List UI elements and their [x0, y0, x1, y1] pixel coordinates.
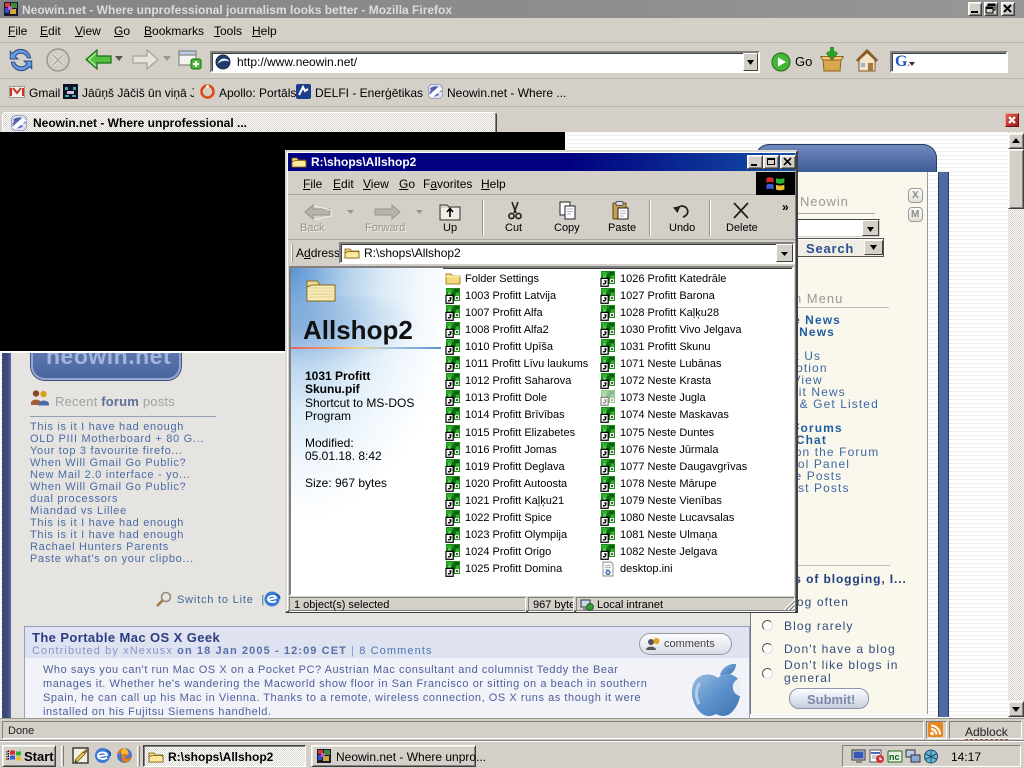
svg-text:nc: nc — [889, 752, 900, 762]
